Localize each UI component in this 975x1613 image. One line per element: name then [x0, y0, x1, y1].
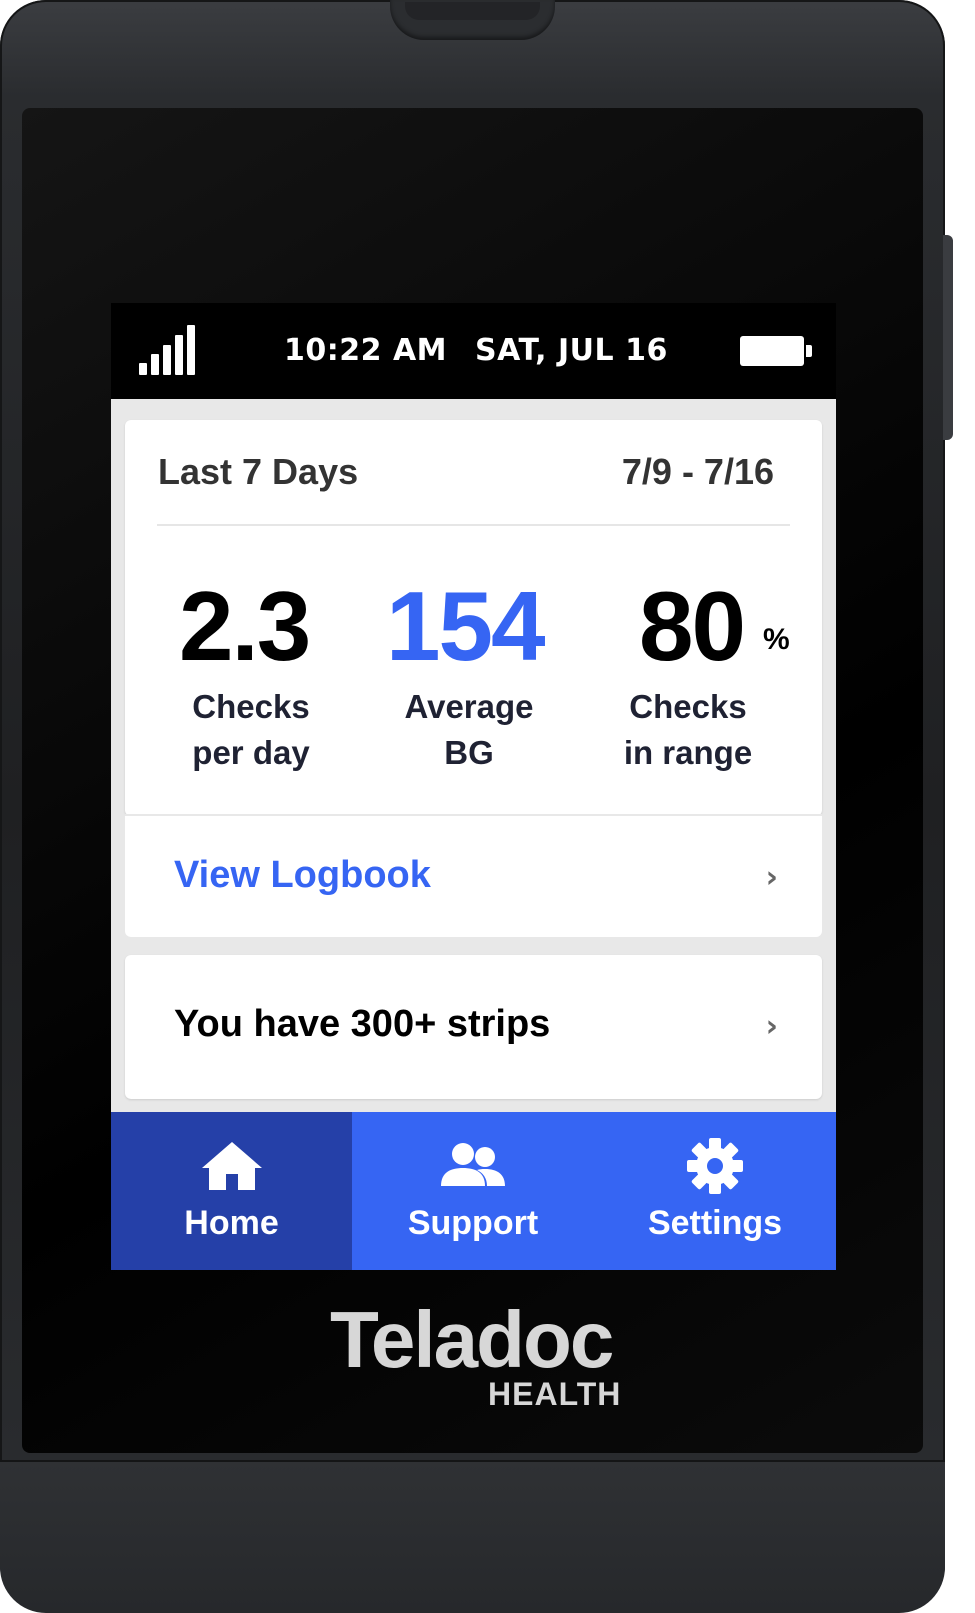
status-date: SAT, JUL 16: [475, 333, 668, 368]
strips-status-label: You have 300+ strips: [174, 1003, 551, 1045]
gear-icon: [687, 1138, 743, 1194]
nav-home[interactable]: Home: [111, 1112, 352, 1270]
status-time: 10:22 AM: [284, 333, 448, 368]
status-bar: 10:22 AM SAT, JUL 16: [111, 303, 836, 399]
nav-support-label: Support: [407, 1204, 539, 1242]
home-icon: [201, 1142, 262, 1190]
nav-settings-label: Settings: [647, 1204, 783, 1242]
signal-bars-icon: [139, 325, 197, 375]
chevron-right-icon: ›: [765, 860, 778, 895]
stat-in-range-unit: %: [763, 623, 790, 656]
top-notch-inner: [405, 2, 540, 20]
nav-settings[interactable]: Settings: [594, 1112, 836, 1270]
battery-full-icon: [740, 336, 812, 366]
summary-date-range: 7/9 - 7/16: [621, 451, 774, 492]
stat-average-bg-label: Average BG: [404, 688, 534, 771]
view-logbook-row[interactable]: View Logbook ›: [125, 814, 822, 937]
people-icon: [441, 1143, 505, 1186]
chevron-right-icon: ›: [765, 1009, 778, 1044]
stat-checks-per-day-label: Checks per day: [192, 688, 310, 771]
device-body: Teladoc HEALTH 10:22 AM SAT, JUL 16 Last…: [0, 0, 953, 1613]
bottom-band: [0, 1460, 945, 1613]
brand-logo-sub: HEALTH: [488, 1376, 622, 1412]
stat-checks-per-day-value: 2.3: [179, 571, 311, 681]
stat-in-range-label: Checks in range: [623, 688, 753, 771]
view-logbook-link[interactable]: View Logbook: [174, 854, 431, 897]
brand-logo: Teladoc: [330, 1295, 614, 1384]
nav-support[interactable]: Support: [352, 1112, 594, 1270]
summary-divider: [157, 524, 790, 526]
side-button[interactable]: [943, 235, 953, 440]
bottom-nav: Home Support Settings: [111, 1112, 836, 1270]
device-screen: 10:22 AM SAT, JUL 16 Last 7 Days 7/9 - 7…: [111, 303, 836, 1270]
summary-period-label: Last 7 Days: [158, 451, 359, 492]
stat-average-bg-value: 154: [386, 571, 546, 681]
strips-row[interactable]: You have 300+ strips ›: [125, 955, 822, 1099]
stat-in-range-value: 80: [639, 571, 746, 681]
nav-home-label: Home: [184, 1204, 279, 1242]
